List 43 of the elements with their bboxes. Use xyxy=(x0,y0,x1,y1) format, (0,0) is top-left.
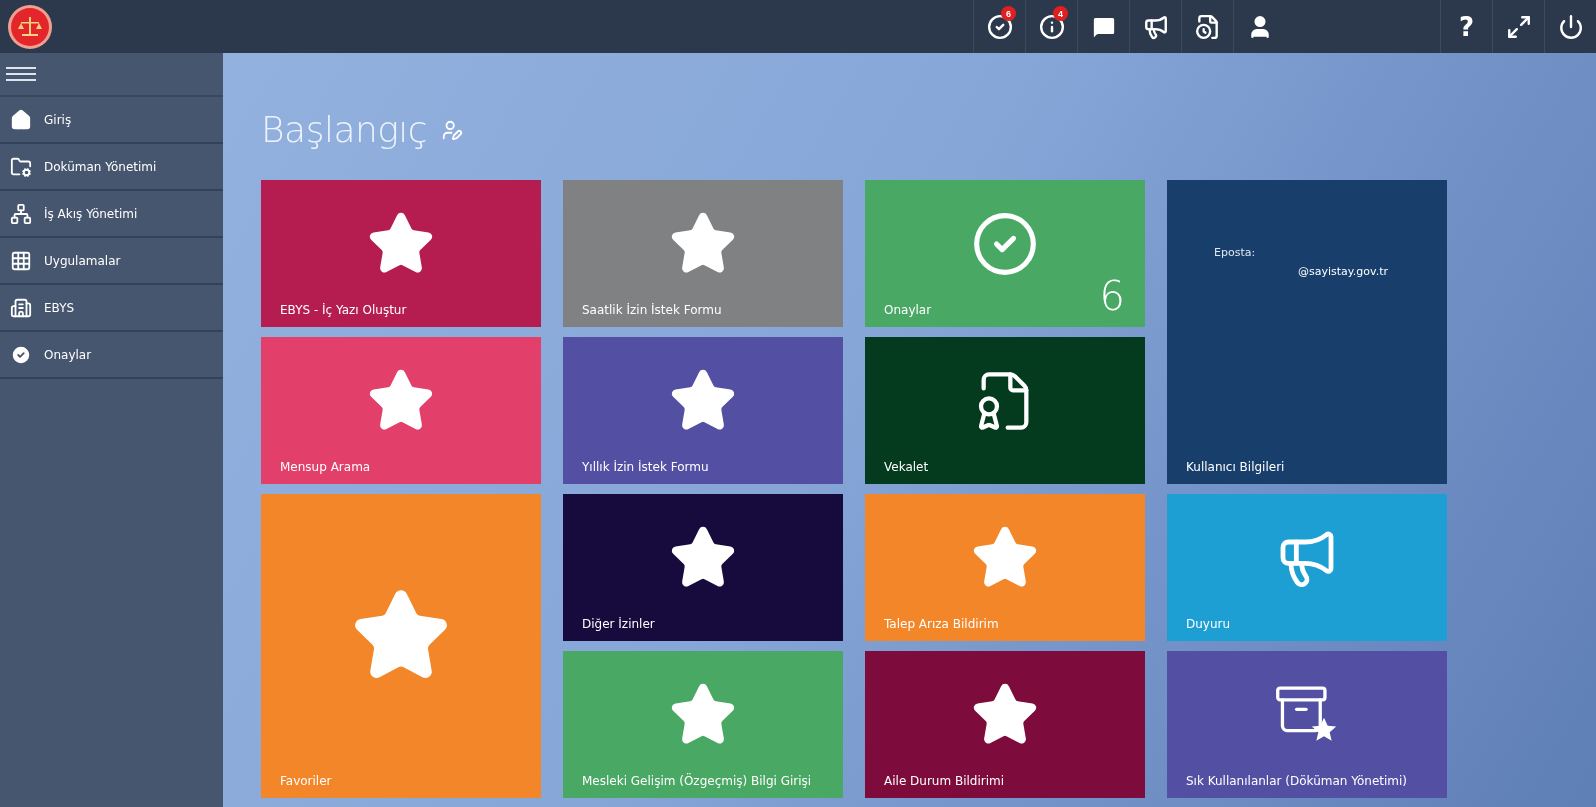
notification-badge: 4 xyxy=(1053,6,1068,21)
notification-badge: 6 xyxy=(1001,6,1016,21)
tile-label: Saatlik İzin İstek Formu xyxy=(582,303,722,317)
tile-label: Yıllık İzin İstek Formu xyxy=(582,460,709,474)
megaphone-icon xyxy=(1142,13,1169,40)
app-tile[interactable]: Saatlik İzin İstek Formu xyxy=(563,180,843,327)
workflow-icon xyxy=(10,202,32,225)
app-tile[interactable]: EBYS - İç Yazı Oluştur xyxy=(261,180,541,327)
info-icon xyxy=(1038,13,1065,40)
check-icon xyxy=(986,13,1013,40)
tile-count: 6 xyxy=(1099,273,1125,319)
power-icon xyxy=(1557,13,1584,40)
tile-label: EBYS - İç Yazı Oluştur xyxy=(280,303,407,317)
app-tile[interactable]: Aile Durum Bildirimi xyxy=(865,651,1145,798)
email-value: @sayistay.gov.tr xyxy=(1298,265,1388,278)
check-icon xyxy=(10,343,32,366)
tile-label: Favoriler xyxy=(280,774,332,788)
logo xyxy=(7,3,53,50)
email-label: Eposta: xyxy=(1214,246,1257,259)
tile-label: Diğer İzinler xyxy=(582,617,655,631)
grid-icon xyxy=(10,249,32,272)
document-clock-icon xyxy=(1194,13,1221,40)
fullscreen-icon xyxy=(1505,13,1532,40)
app-tile[interactable]: Eposta: @sayistay.gov.tr Kullanıcı Bilgileri xyxy=(1167,180,1447,484)
app-tile[interactable]: Vekalet xyxy=(865,337,1145,484)
folder-gear-icon xyxy=(10,155,32,178)
app-tile[interactable]: Yıllık İzin İstek Formu xyxy=(563,337,843,484)
tile-label: Aile Durum Bildirimi xyxy=(884,774,1005,788)
tile-label: Mesleki Gelişim (Özgeçmiş) Bilgi Girişi xyxy=(582,774,812,788)
tile-label: Vekalet xyxy=(884,460,929,474)
tile-label: Mensup Arama xyxy=(280,460,371,474)
tile-label: Onaylar xyxy=(884,303,932,317)
tile-label: Duyuru xyxy=(1186,617,1231,631)
home-icon xyxy=(10,108,32,131)
tile-label: Sık Kullanılanlar (Döküman Yönetimi) xyxy=(1186,774,1407,788)
app-tile[interactable]: Diğer İzinler xyxy=(563,494,843,641)
tile-label: Kullanıcı Bilgileri xyxy=(1186,460,1285,474)
page-title: Başlangıç xyxy=(261,109,428,150)
building-icon xyxy=(10,296,32,319)
app-tile[interactable]: Sık Kullanılanlar (Döküman Yönetimi) xyxy=(1167,651,1447,798)
tile-label: Talep Arıza Bildirim xyxy=(884,617,999,631)
menu-icon xyxy=(6,67,36,81)
app-tile[interactable]: Mensup Arama xyxy=(261,337,541,484)
